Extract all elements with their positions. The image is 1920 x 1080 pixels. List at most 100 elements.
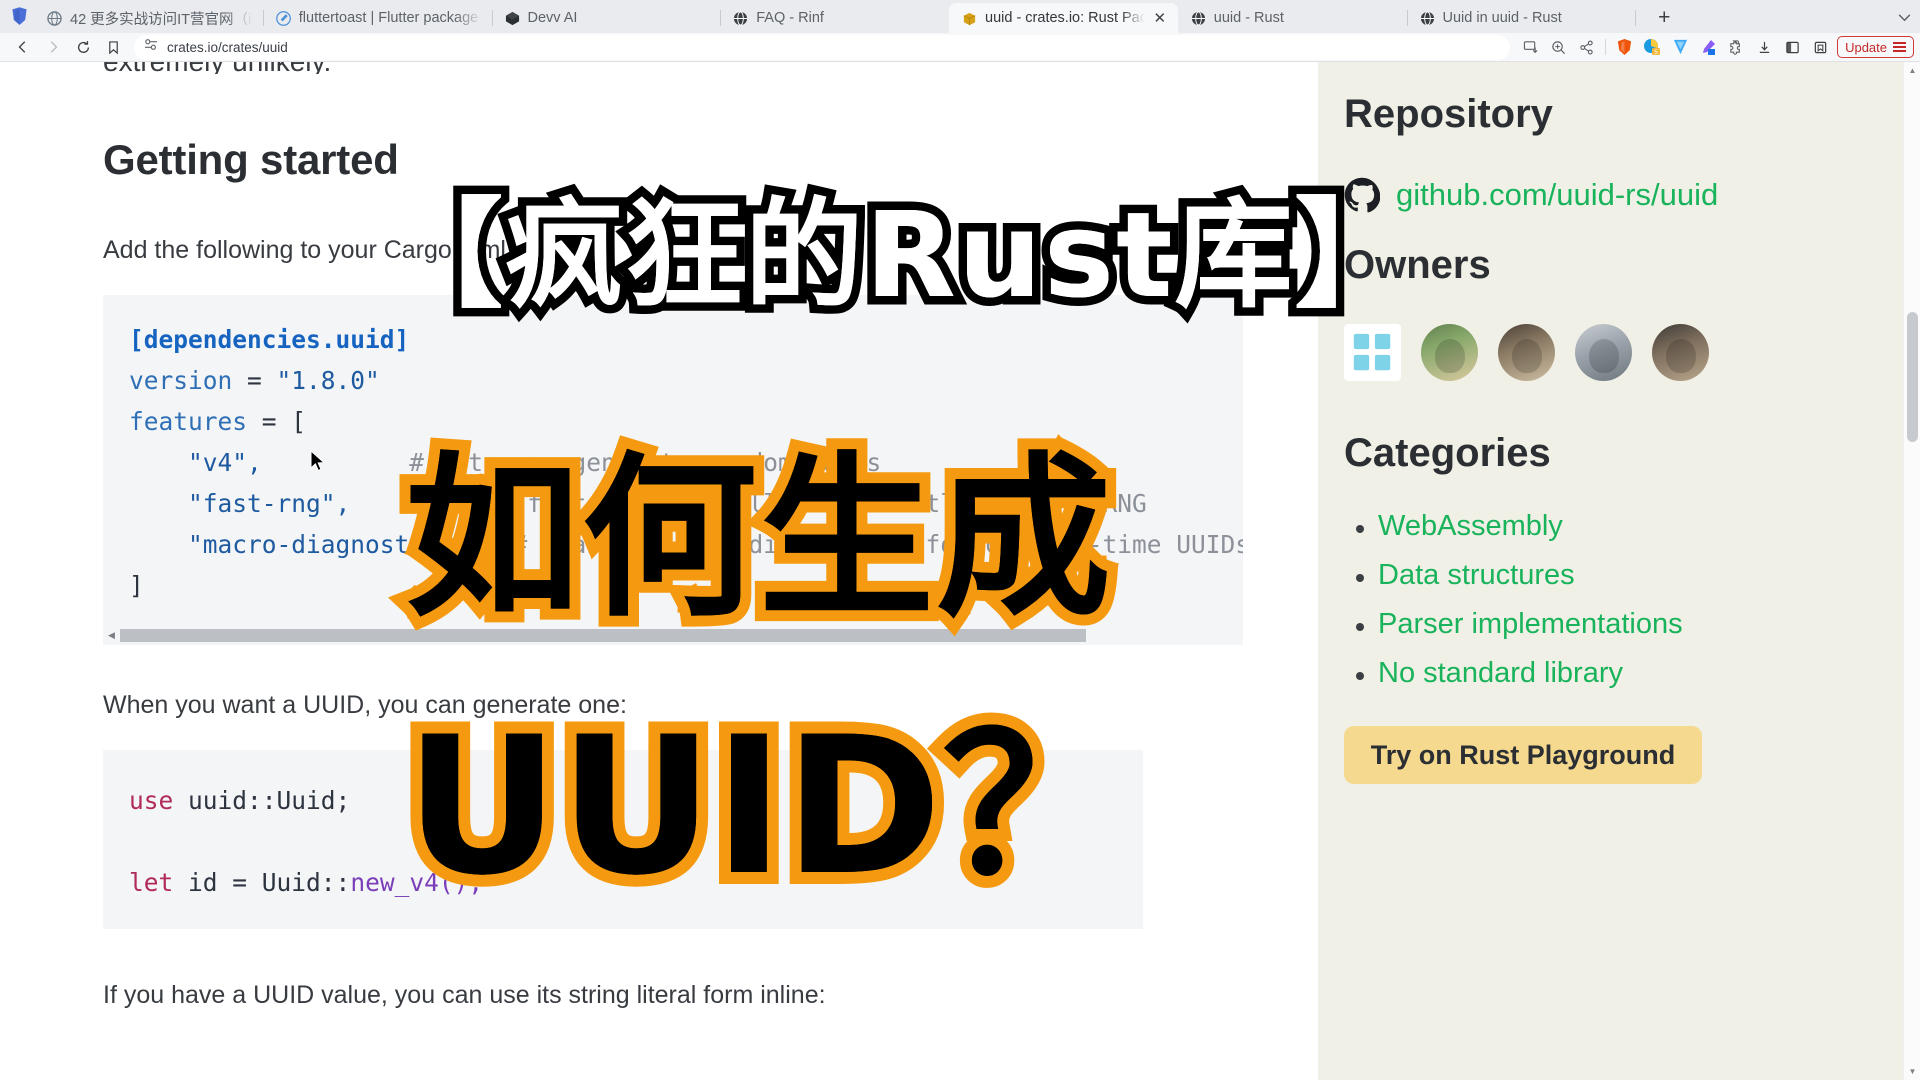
page-heading-getting-started: Getting started (103, 136, 399, 183)
scrollbar-up-arrow[interactable]: ▲ (1904, 62, 1920, 79)
web-page: extremely unlikely. Getting started Add … (0, 62, 1920, 1080)
owner-avatar[interactable] (1498, 324, 1555, 381)
chevron-down-icon[interactable] (1888, 3, 1920, 33)
github-icon (1344, 177, 1381, 213)
owner-avatar-puzzle-icon[interactable] (1344, 324, 1401, 381)
vimeo-v-icon[interactable] (1667, 35, 1693, 59)
tab-strip: 42 更多实战访问IT营官网（ity fluttertoast | Flutte… (0, 0, 1920, 33)
tab-title: 42 更多实战访问IT营官网（ity (70, 11, 253, 28)
page-scrollbar-thumb[interactable] (1907, 312, 1918, 442)
reading-list-icon[interactable] (1807, 35, 1833, 59)
forward-arrow-icon[interactable] (38, 34, 68, 60)
crate-icon (961, 10, 978, 27)
tab-title: Uuid in uuid - Rust (1442, 10, 1562, 26)
reload-icon[interactable] (68, 34, 98, 60)
category-item[interactable]: WebAssembly (1344, 510, 1903, 543)
bookmark-icon[interactable] (98, 34, 128, 60)
truncated-paragraph: extremely unlikely. (103, 62, 1318, 74)
site-settings-icon[interactable] (144, 38, 159, 56)
rust-use-keyword: use (129, 786, 174, 815)
toml-features-key: features (129, 407, 248, 436)
toml-code-block: [dependencies.uuid] version = "1.8.0" fe… (103, 295, 1243, 626)
owners-title: Owners (1344, 243, 1491, 287)
browser-tab[interactable]: 42 更多实战访问IT营官网（ity (34, 3, 263, 33)
crate-sidebar: Repository github.com/uuid-rs/uuid Owner… (1318, 62, 1903, 1080)
toml-feature-v4-comment: # Lets you generate random UUIDs (409, 448, 882, 477)
share-icon[interactable] (1572, 34, 1600, 60)
brave-shields-icon[interactable] (1611, 35, 1637, 59)
address-bar-url: crates.io/crates/uuid (167, 39, 288, 55)
scrollbar-track[interactable] (120, 629, 1243, 642)
categories-list: WebAssembly Data structures Parser imple… (1344, 510, 1903, 690)
rust-type-path: Uuid:: (261, 868, 351, 897)
back-arrow-icon[interactable] (8, 34, 38, 60)
sidebar-icon[interactable] (1779, 35, 1805, 59)
flutter-icon (275, 10, 292, 27)
rust-assign: = (232, 868, 262, 897)
toml-features-eq: = [ (247, 407, 307, 436)
save-to-device-icon[interactable] (1516, 34, 1544, 60)
browser-tab[interactable]: fluttertoast | Flutter package (262, 3, 492, 33)
tab-title: fluttertoast | Flutter package (298, 10, 479, 26)
rust-let-keyword: let (129, 868, 174, 897)
category-item[interactable]: Parser implementations (1344, 608, 1903, 641)
scrollbar-thumb[interactable] (120, 629, 1086, 642)
puzzle-piece-icon[interactable] (1723, 35, 1749, 59)
update-label: Update (1845, 39, 1887, 55)
owner-avatar[interactable] (1652, 324, 1709, 381)
zoom-icon[interactable] (1544, 34, 1572, 60)
downloads-icon[interactable] (1751, 35, 1777, 59)
browser-tab-active[interactable]: uuid - crates.io: Rust Packa ✕ (949, 3, 1178, 33)
toml-version-eq: = (232, 366, 277, 395)
browser-tab[interactable]: uuid - Rust (1178, 3, 1407, 33)
scrollbar-left-arrow[interactable]: ◀ (103, 630, 120, 641)
owners-avatar-grid (1344, 324, 1744, 381)
rust-use-path: uuid::Uuid; (173, 786, 351, 815)
browser-tab[interactable]: FAQ - Rinf (720, 3, 949, 33)
globe-icon (46, 10, 63, 27)
repository-link-row[interactable]: github.com/uuid-rs/uuid (1344, 177, 1903, 213)
category-item[interactable]: No standard library (1344, 657, 1903, 690)
owner-avatar[interactable] (1575, 324, 1632, 381)
toml-feature-macro: "macro-diagnostics", (129, 530, 484, 559)
rust-let-binding: id (173, 868, 233, 897)
category-item[interactable]: Data structures (1344, 559, 1903, 592)
repository-link[interactable]: github.com/uuid-rs/uuid (1396, 177, 1718, 213)
eyedropper-icon[interactable] (1695, 35, 1721, 59)
code-horizontal-scrollbar[interactable]: ◀ (103, 626, 1243, 645)
toml-table-header: [dependencies.uuid] (129, 325, 410, 354)
page-scrollbar[interactable]: ▲ ▼ (1903, 62, 1920, 1080)
toml-feature-macro-comment: # Enable better diagnostics for compile-… (512, 530, 1243, 559)
toml-feature-fastrng-comment: # Use a faster (but still sufficiently r… (409, 489, 1147, 518)
globe-icon (1190, 10, 1207, 27)
browser-window: 42 更多实战访问IT营官网（ity fluttertoast | Flutte… (0, 0, 1920, 1080)
extension-blue-circle-icon[interactable]: 5 (1639, 35, 1665, 59)
tab-title: FAQ - Rinf (756, 10, 824, 26)
brave-lion-icon (4, 0, 34, 33)
new-tab-button[interactable]: + (1647, 3, 1681, 33)
categories-title: Categories (1344, 431, 1551, 475)
toolbar-divider (1605, 39, 1607, 55)
globe-icon (1419, 10, 1436, 27)
tab-title: Devv AI (527, 10, 578, 26)
toml-version-key: version (129, 366, 233, 395)
toml-version-value: "1.8.0" (276, 366, 380, 395)
update-button[interactable]: Update (1837, 36, 1914, 58)
scrollbar-down-arrow[interactable]: ▼ (1904, 1063, 1920, 1080)
address-bar[interactable]: crates.io/crates/uuid (134, 34, 1511, 60)
avatar-face (1511, 338, 1542, 373)
owner-avatar[interactable] (1421, 324, 1478, 381)
toml-close-bracket: ] (129, 571, 144, 600)
browser-tab[interactable]: Uuid in uuid - Rust (1406, 3, 1636, 33)
try-on-rust-playground-button[interactable]: Try on Rust Playground (1344, 726, 1702, 784)
omnibox-actions (1516, 34, 1611, 60)
toml-feature-fastrng: "fast-rng", (129, 489, 351, 518)
rust-fn-call: new_v4(); (350, 868, 484, 897)
intro-paragraph: Add the following to your Cargo.toml: (103, 236, 513, 264)
avatar-face (1434, 338, 1465, 373)
navigation-toolbar: crates.io/crates/uuid 5 Update (0, 33, 1920, 62)
tab-close-button[interactable]: ✕ (1152, 11, 1168, 26)
globe-icon (732, 10, 749, 27)
hamburger-menu-icon[interactable] (1893, 41, 1906, 53)
browser-tab[interactable]: Devv AI (491, 3, 721, 33)
